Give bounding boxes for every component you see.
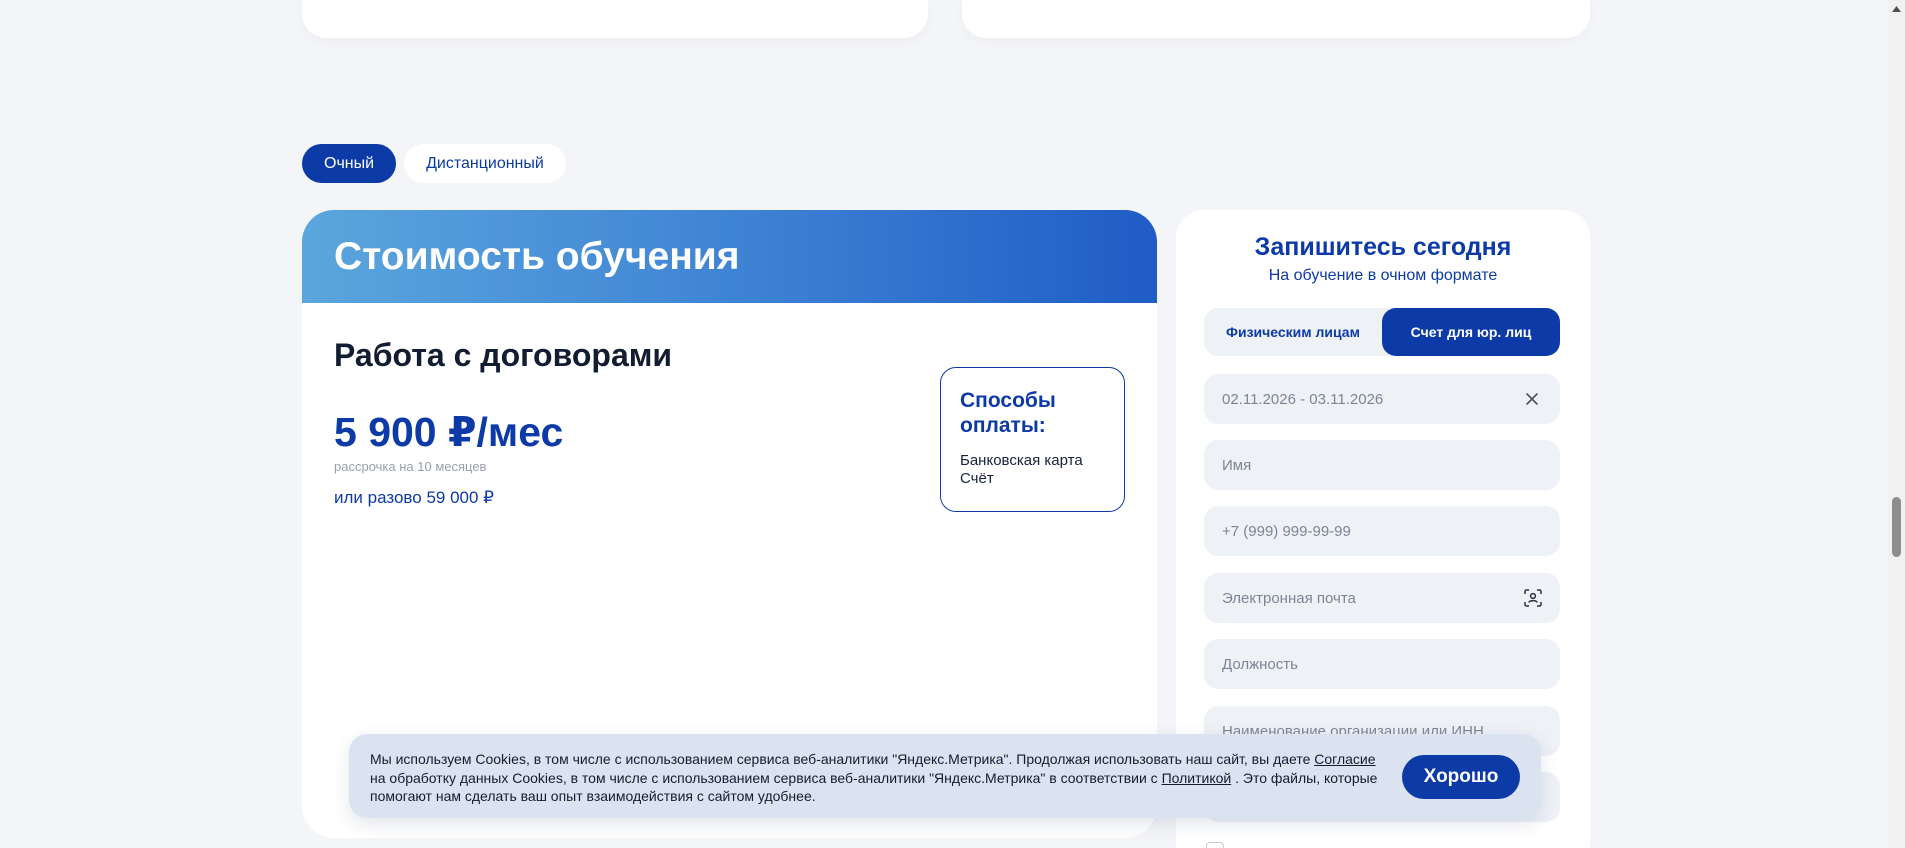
tab-individuals[interactable]: Физическим лицам [1204,308,1382,356]
tab-in-person[interactable]: Очный [302,144,397,183]
email-input[interactable] [1222,589,1524,607]
price-monthly: 5 900 ₽/мес [334,409,564,455]
chevron-up-icon[interactable] [1888,0,1905,17]
scrollbar-thumb[interactable] [1892,497,1901,557]
course-title: Работа с договорами [334,337,673,373]
tab-legal-entities[interactable]: Счет для юр. лиц [1382,308,1560,356]
position-field[interactable] [1204,639,1560,689]
cookie-banner: Мы используем Cookies, в том числе с исп… [349,734,1541,818]
checkbox[interactable] [1206,842,1224,848]
price-card-header: Стоимость обучения [302,210,1157,303]
one-time-prefix: или разово [334,488,422,507]
format-tabs: Очный Дистанционный [302,144,566,183]
price-card-title: Стоимость обучения [334,234,740,278]
name-field[interactable] [1204,440,1560,490]
tab-remote[interactable]: Дистанционный [404,144,566,183]
email-field[interactable] [1204,573,1560,623]
previous-card-right [962,0,1590,38]
cookie-text: Мы используем Cookies, в том числе с исп… [370,750,1380,806]
payment-method-invoice: Счёт [960,470,994,487]
installment-note: рассрочка на 10 месяцев [334,459,487,474]
phone-input[interactable] [1222,522,1542,540]
payment-methods-title: Способы оплаты: [960,389,1056,437]
payment-method-card: Банковская карта [960,452,1083,469]
position-input[interactable] [1222,655,1542,673]
previous-card-left [302,0,928,38]
contact-card-icon[interactable] [1523,588,1542,608]
policy-link[interactable]: Политикой [1162,770,1232,786]
page-scrollbar[interactable] [1888,0,1905,848]
close-icon[interactable] [1522,389,1542,409]
name-input[interactable] [1222,456,1542,474]
form-subtitle: На обучение в очном формате [1268,267,1498,284]
customer-type-tabs: Физическим лицам Счет для юр. лиц [1204,308,1560,356]
phone-field[interactable] [1204,506,1560,556]
date-range-field[interactable]: 02.11.2026 - 03.11.2026 [1204,374,1560,424]
date-range-value: 02.11.2026 - 03.11.2026 [1222,390,1384,408]
cookie-text-part-1: Мы используем Cookies, в том числе с исп… [370,751,1311,767]
consent-link[interactable]: Согласие [1314,751,1375,767]
one-time-price: или разово 59 000 ₽ [334,488,494,508]
one-time-amount: 59 000 ₽ [426,488,494,507]
payment-methods-box: Способы оплаты: Банковская карта Счёт [940,367,1125,512]
form-title: Запишитесь сегодня [1254,233,1512,261]
cookie-text-part-2: на обработку данных Cookies, в том числе… [370,769,1158,786]
cookie-accept-button[interactable]: Хорошо [1402,755,1520,799]
